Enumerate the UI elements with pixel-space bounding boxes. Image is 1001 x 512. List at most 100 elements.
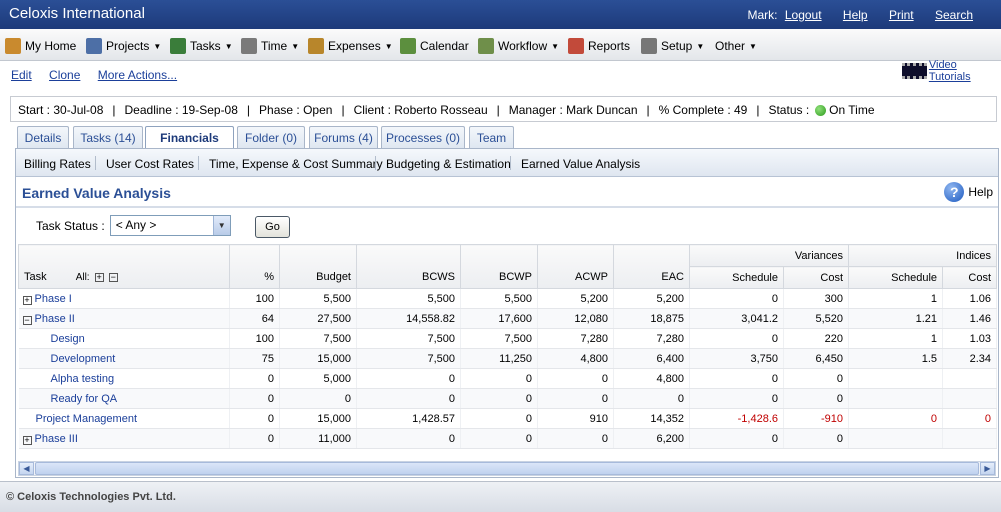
all-label: All: bbox=[75, 272, 90, 283]
subtab-time-expense-cost-summary[interactable]: Time, Expense & Cost Summary bbox=[209, 157, 383, 171]
earned-value-table: Task All: + − % Budget BCWS BCWP ACWP EA… bbox=[18, 244, 998, 449]
cell-idx-sched: 0 bbox=[848, 408, 944, 429]
collapse-icon[interactable]: − bbox=[22, 315, 32, 325]
task-status-select[interactable]: < Any > ▼ bbox=[109, 215, 231, 236]
scroll-thumb[interactable] bbox=[35, 462, 979, 475]
cell-idx-cost bbox=[942, 388, 998, 409]
subtab-budgeting-estimation[interactable]: Budgeting & Estimation bbox=[386, 157, 511, 171]
task-link[interactable]: Alpha testing bbox=[51, 373, 115, 385]
menu-expenses[interactable]: Expenses ▼ bbox=[308, 37, 393, 55]
cell-var-cost: 220 bbox=[783, 328, 850, 349]
task-link[interactable]: Phase I bbox=[35, 293, 72, 305]
cell-bcwp: 0 bbox=[460, 408, 538, 429]
bcwp-header[interactable]: BCWP bbox=[460, 244, 538, 289]
subtab-separator bbox=[198, 156, 199, 170]
chevron-down-icon[interactable]: ▼ bbox=[212, 216, 230, 235]
edit-link[interactable]: Edit bbox=[11, 68, 32, 82]
menu-my-home[interactable]: My Home bbox=[5, 37, 76, 55]
cell-idx-sched bbox=[848, 428, 944, 449]
table-row: + Phase III 0 11,000 0 0 0 6,200 0 0 bbox=[18, 428, 998, 449]
expand-all-icon[interactable]: + bbox=[94, 273, 104, 282]
clone-link[interactable]: Clone bbox=[49, 68, 80, 82]
cell-var-sched: -1,428.6 bbox=[689, 408, 784, 429]
subtab-user-cost-rates[interactable]: User Cost Rates bbox=[106, 157, 194, 171]
cell-budget: 5,500 bbox=[279, 288, 357, 309]
project-summary: Start : 30-Jul-08 | Deadline : 19-Sep-08 |… bbox=[10, 96, 997, 122]
menu-tasks[interactable]: Tasks ▼ bbox=[170, 37, 233, 55]
cell-bcwp: 0 bbox=[460, 428, 538, 449]
task-cell: − Phase II bbox=[18, 308, 230, 329]
horizontal-scrollbar[interactable]: ◀ ▶ bbox=[18, 461, 996, 476]
menu-setup[interactable]: Setup ▼ bbox=[641, 37, 704, 55]
menu-label: Setup bbox=[661, 39, 693, 53]
search-link[interactable]: Search bbox=[935, 8, 973, 22]
eac-header[interactable]: EAC bbox=[613, 244, 690, 289]
menu-other[interactable]: Other ▼ bbox=[715, 37, 757, 55]
task-link[interactable]: Project Management bbox=[36, 413, 138, 425]
phase: Phase : Open bbox=[259, 103, 333, 117]
more-actions-link[interactable]: More Actions... bbox=[98, 68, 177, 82]
tab-folder[interactable]: Folder (0) bbox=[237, 126, 305, 148]
cell-eac: 5,200 bbox=[613, 288, 690, 309]
task-link[interactable]: Phase III bbox=[35, 433, 78, 445]
status-dot-icon bbox=[815, 104, 827, 116]
task-link[interactable]: Development bbox=[51, 353, 116, 365]
tab-financials[interactable]: Financials bbox=[145, 126, 234, 150]
print-link[interactable]: Print bbox=[889, 8, 914, 22]
financials-panel: Billing Rates User Cost Rates Time, Expens… bbox=[15, 148, 999, 478]
variance-schedule-header[interactable]: Schedule bbox=[689, 266, 784, 289]
go-button[interactable]: Go bbox=[255, 216, 290, 238]
index-schedule-header[interactable]: Schedule bbox=[848, 266, 944, 289]
help-link[interactable]: Help bbox=[843, 8, 868, 22]
tab-team[interactable]: Team bbox=[469, 126, 514, 148]
tab-processes[interactable]: Processes (0) bbox=[381, 126, 465, 148]
cell-pct: 0 bbox=[229, 408, 280, 429]
budget-header[interactable]: Budget bbox=[279, 244, 357, 289]
cell-pct: 100 bbox=[229, 288, 280, 309]
expand-icon[interactable]: + bbox=[22, 435, 32, 445]
cell-pct: 100 bbox=[229, 328, 280, 349]
help-button[interactable]: ? Help bbox=[944, 182, 993, 202]
subtab-billing-rates[interactable]: Billing Rates bbox=[24, 157, 91, 171]
tab-forums[interactable]: Forums (4) bbox=[309, 126, 378, 148]
status-value: On Time bbox=[829, 103, 875, 117]
collapse-all-icon[interactable]: − bbox=[108, 273, 118, 282]
expand-icon[interactable]: + bbox=[22, 295, 32, 305]
task-cell: Ready for QA bbox=[18, 388, 230, 409]
cell-bcws: 5,500 bbox=[356, 288, 461, 309]
task-link[interactable]: Phase II bbox=[35, 313, 75, 325]
cell-bcwp: 11,250 bbox=[460, 348, 538, 369]
help-icon: ? bbox=[944, 182, 965, 202]
bcws-header[interactable]: BCWS bbox=[356, 244, 461, 289]
menu-time[interactable]: Time ▼ bbox=[241, 37, 299, 55]
tab-details[interactable]: Details bbox=[17, 126, 69, 148]
acwp-header[interactable]: ACWP bbox=[537, 244, 614, 289]
variance-cost-header[interactable]: Cost bbox=[782, 266, 850, 289]
pct-header[interactable]: % bbox=[229, 244, 280, 289]
cell-idx-cost: 2.34 bbox=[942, 348, 998, 369]
cell-var-sched: 3,750 bbox=[689, 348, 784, 369]
table-row: Design 100 7,500 7,500 7,500 7,280 7,280 0 220 1 1… bbox=[18, 328, 998, 349]
cell-bcwp: 7,500 bbox=[460, 328, 538, 349]
logout-link[interactable]: Logout bbox=[785, 8, 822, 22]
tab-tasks[interactable]: Tasks (14) bbox=[73, 126, 143, 148]
scroll-left-icon[interactable]: ◀ bbox=[19, 462, 34, 475]
task-link[interactable]: Ready for QA bbox=[51, 393, 118, 405]
footer: © Celoxis Technologies Pvt. Ltd. bbox=[0, 481, 1001, 512]
menu-projects[interactable]: Projects ▼ bbox=[86, 37, 161, 55]
video-tutorials-link[interactable]: Video Tutorials bbox=[902, 59, 1001, 83]
task-link[interactable]: Design bbox=[51, 333, 85, 345]
subtab-separator bbox=[95, 156, 96, 170]
index-cost-header[interactable]: Cost bbox=[942, 266, 998, 289]
cell-pct: 64 bbox=[229, 308, 280, 329]
scroll-right-icon[interactable]: ▶ bbox=[980, 462, 995, 475]
menu-workflow[interactable]: Workflow ▼ bbox=[478, 37, 559, 55]
cell-idx-cost: 0 bbox=[942, 408, 998, 429]
menu-reports[interactable]: Reports bbox=[568, 37, 630, 55]
menu-calendar[interactable]: Calendar bbox=[400, 37, 469, 55]
cell-budget: 11,000 bbox=[279, 428, 357, 449]
cell-bcwp: 5,500 bbox=[460, 288, 538, 309]
calendar-icon bbox=[400, 38, 416, 54]
chevron-down-icon: ▼ bbox=[696, 41, 705, 51]
subtab-earned-value-analysis[interactable]: Earned Value Analysis bbox=[521, 157, 640, 171]
